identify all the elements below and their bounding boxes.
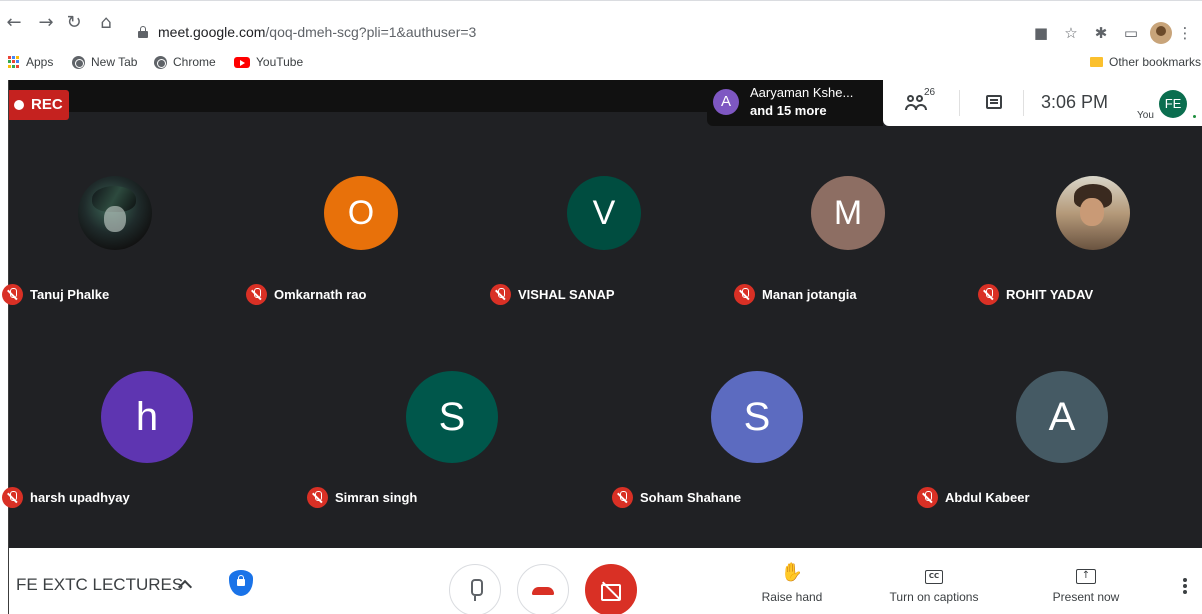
bookmark-apps[interactable]: Apps [8,55,53,69]
camera-icon[interactable]: ■ [1026,21,1056,45]
bookmark-youtube[interactable]: YouTube [234,55,303,69]
meeting-title[interactable]: FE EXTC LECTURES [16,575,183,595]
participant-avatar: S [406,371,498,463]
lock-icon[interactable] [138,26,148,38]
mic-off-icon [917,487,938,508]
captions-icon: CC [879,562,989,584]
present-now-button[interactable]: ↑ Present now [1031,562,1141,606]
mic-toggle-button[interactable] [449,564,501,614]
more-options-icon[interactable] [1183,578,1187,594]
mic-off-icon [978,284,999,305]
leave-call-button[interactable] [517,564,569,614]
participant-name-tag: VISHAL SANAP [490,284,615,305]
star-icon[interactable]: ☆ [1056,21,1086,45]
you-label: You [1137,110,1154,121]
bookmarks-bar: Apps New Tab Chrome YouTube Other bookma… [0,48,1202,78]
mic-off-icon [246,284,267,305]
meeting-controls-bar: FE EXTC LECTURES ✋ Raise hand CC Turn on… [9,548,1202,614]
back-icon[interactable]: ← [2,11,26,35]
participant-name-tag: Abdul Kabeer [917,487,1030,508]
cast-icon[interactable]: ▭ [1116,21,1146,45]
participant-name-tag: Soham Shahane [612,487,741,508]
self-status-dot [1193,115,1196,118]
participant-name-tag: Tanuj Phalke [2,284,109,305]
participant-avatar: O [324,176,398,250]
divider [1023,90,1024,116]
globe-icon [154,55,167,69]
presenter-chip[interactable]: A Aaryaman Kshe... and 15 more [707,80,883,126]
hand-icon: ✋ [780,562,804,583]
forward-icon[interactable]: → [34,11,58,35]
chat-icon[interactable] [986,95,1002,109]
divider [959,90,960,116]
raise-hand-button[interactable]: ✋ Raise hand [737,562,847,606]
mic-off-icon [2,487,23,508]
participant-name-tag: Simran singh [307,487,417,508]
bookmark-chrome[interactable]: Chrome [154,55,216,69]
home-icon[interactable]: ⌂ [94,11,118,35]
extensions-icon[interactable]: ✱ [1086,21,1116,45]
browser-actions: ■ ☆ ✱ ▭ ⋮ [1026,21,1194,45]
present-icon: ↑ [1031,562,1141,584]
mic-off-icon [307,487,328,508]
meet-stage: REC A Aaryaman Kshe... and 15 more 26 3:… [2,80,1202,614]
participant-avatar: S [711,371,803,463]
people-icon[interactable]: 26 [905,87,939,114]
participant-avatar: V [567,176,641,250]
participant-name-tag: Omkarnath rao [246,284,366,305]
url-text[interactable]: meet.google.com/qoq-dmeh-scg?pli=1&authu… [158,24,476,40]
presenter-name: Aaryaman Kshe... [750,85,854,100]
browser-toolbar: ← → ↻ ⌂ meet.google.com/qoq-dmeh-scg?pli… [0,0,1202,48]
participant-avatar: h [101,371,193,463]
profile-avatar[interactable] [1150,22,1172,44]
bookmark-new-tab[interactable]: New Tab [72,55,137,69]
apps-icon [8,56,20,68]
security-shield-icon[interactable] [229,570,253,596]
mic-off-icon [734,284,755,305]
recording-badge: REC [9,90,69,120]
address-bar[interactable]: meet.google.com/qoq-dmeh-scg?pli=1&authu… [128,23,1018,43]
reload-icon[interactable]: ↻ [62,11,86,35]
self-avatar[interactable]: FE [1159,90,1187,118]
captions-button[interactable]: CC Turn on captions [879,562,989,606]
participant-photo-avatar [1056,176,1130,250]
participant-name-tag: ROHIT YADAV [978,284,1093,305]
youtube-icon [234,56,250,68]
meeting-clock: 3:06 PM [1041,92,1109,112]
people-count: 26 [924,87,936,98]
menu-icon[interactable]: ⋮ [1176,21,1194,45]
globe-icon [72,55,85,69]
participant-name-tag: Manan jotangia [734,284,857,305]
participant-name-tag: harsh upadhyay [2,487,130,508]
participant-avatar: M [811,176,885,250]
mic-off-icon [2,284,23,305]
participant-photo-avatar [78,176,152,250]
folder-icon [1090,57,1103,67]
presenter-more: and 15 more [750,103,827,118]
participant-avatar: A [1016,371,1108,463]
mic-off-icon [490,284,511,305]
mic-off-icon [612,487,633,508]
other-bookmarks[interactable]: Other bookmarks [1090,55,1201,69]
meeting-info-bar: 26 3:06 PM You FE [883,80,1202,126]
presenter-avatar: A [713,89,739,115]
camera-off-button[interactable] [585,564,637,614]
